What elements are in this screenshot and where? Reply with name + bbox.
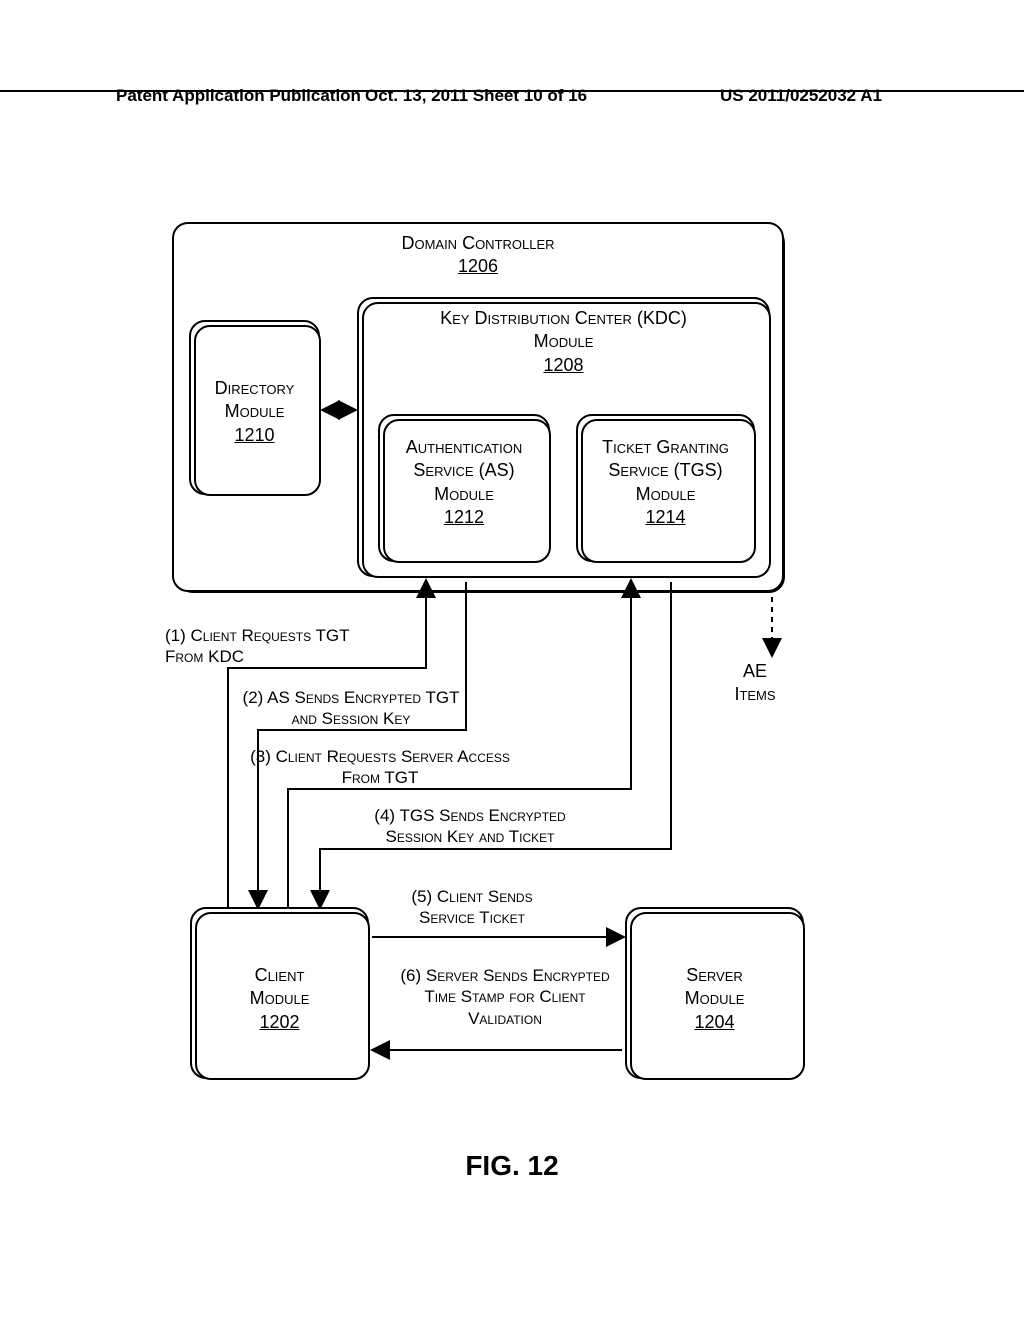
server-title: Server Module	[665, 964, 765, 1011]
tgs-module-box: Ticket Granting Service (TGS) Module 121…	[576, 414, 755, 562]
as-module-box: Authentication Service (AS) Module 1212	[378, 414, 550, 562]
client-module-box: Client Module 1202	[190, 907, 369, 1079]
kdc-title: Key Distribution Center (KDC) Module	[414, 307, 714, 354]
client-title: Client Module	[230, 964, 330, 1011]
directory-ref: 1210	[191, 424, 318, 447]
step-3-label: (3) Client Requests Server Access From T…	[250, 746, 510, 789]
step-4-label: (4) TGS Sends Encrypted Session Key and …	[350, 805, 590, 848]
domain-controller-title: Domain Controller	[174, 232, 782, 255]
server-module-box: Server Module 1204	[625, 907, 804, 1079]
diagram-canvas: Domain Controller 1206 Directory Module …	[0, 0, 1024, 1320]
domain-controller-ref: 1206	[174, 255, 782, 278]
as-title: Authentication Service (AS) Module	[389, 436, 539, 506]
kdc-ref: 1208	[359, 354, 768, 377]
step-2-label: (2) AS Sends Encrypted TGT and Session K…	[240, 687, 462, 730]
step-1-label: (1) Client Requests TGT From KDC	[165, 625, 373, 668]
tgs-ref: 1214	[578, 506, 753, 529]
arrows-svg	[0, 0, 1024, 1320]
client-ref: 1202	[192, 1011, 367, 1034]
directory-module-box: Directory Module 1210	[189, 320, 320, 495]
tgs-title: Ticket Granting Service (TGS) Module	[586, 436, 746, 506]
step-5-label: (5) Client Sends Service Ticket	[387, 886, 557, 929]
server-ref: 1204	[627, 1011, 802, 1034]
figure-caption: FIG. 12	[0, 1150, 1024, 1182]
directory-title: Directory Module	[191, 377, 318, 424]
as-ref: 1212	[380, 506, 548, 529]
ae-items-label: AE Items	[720, 660, 790, 705]
step-6-label: (6) Server Sends Encrypted Time Stamp fo…	[395, 965, 615, 1029]
